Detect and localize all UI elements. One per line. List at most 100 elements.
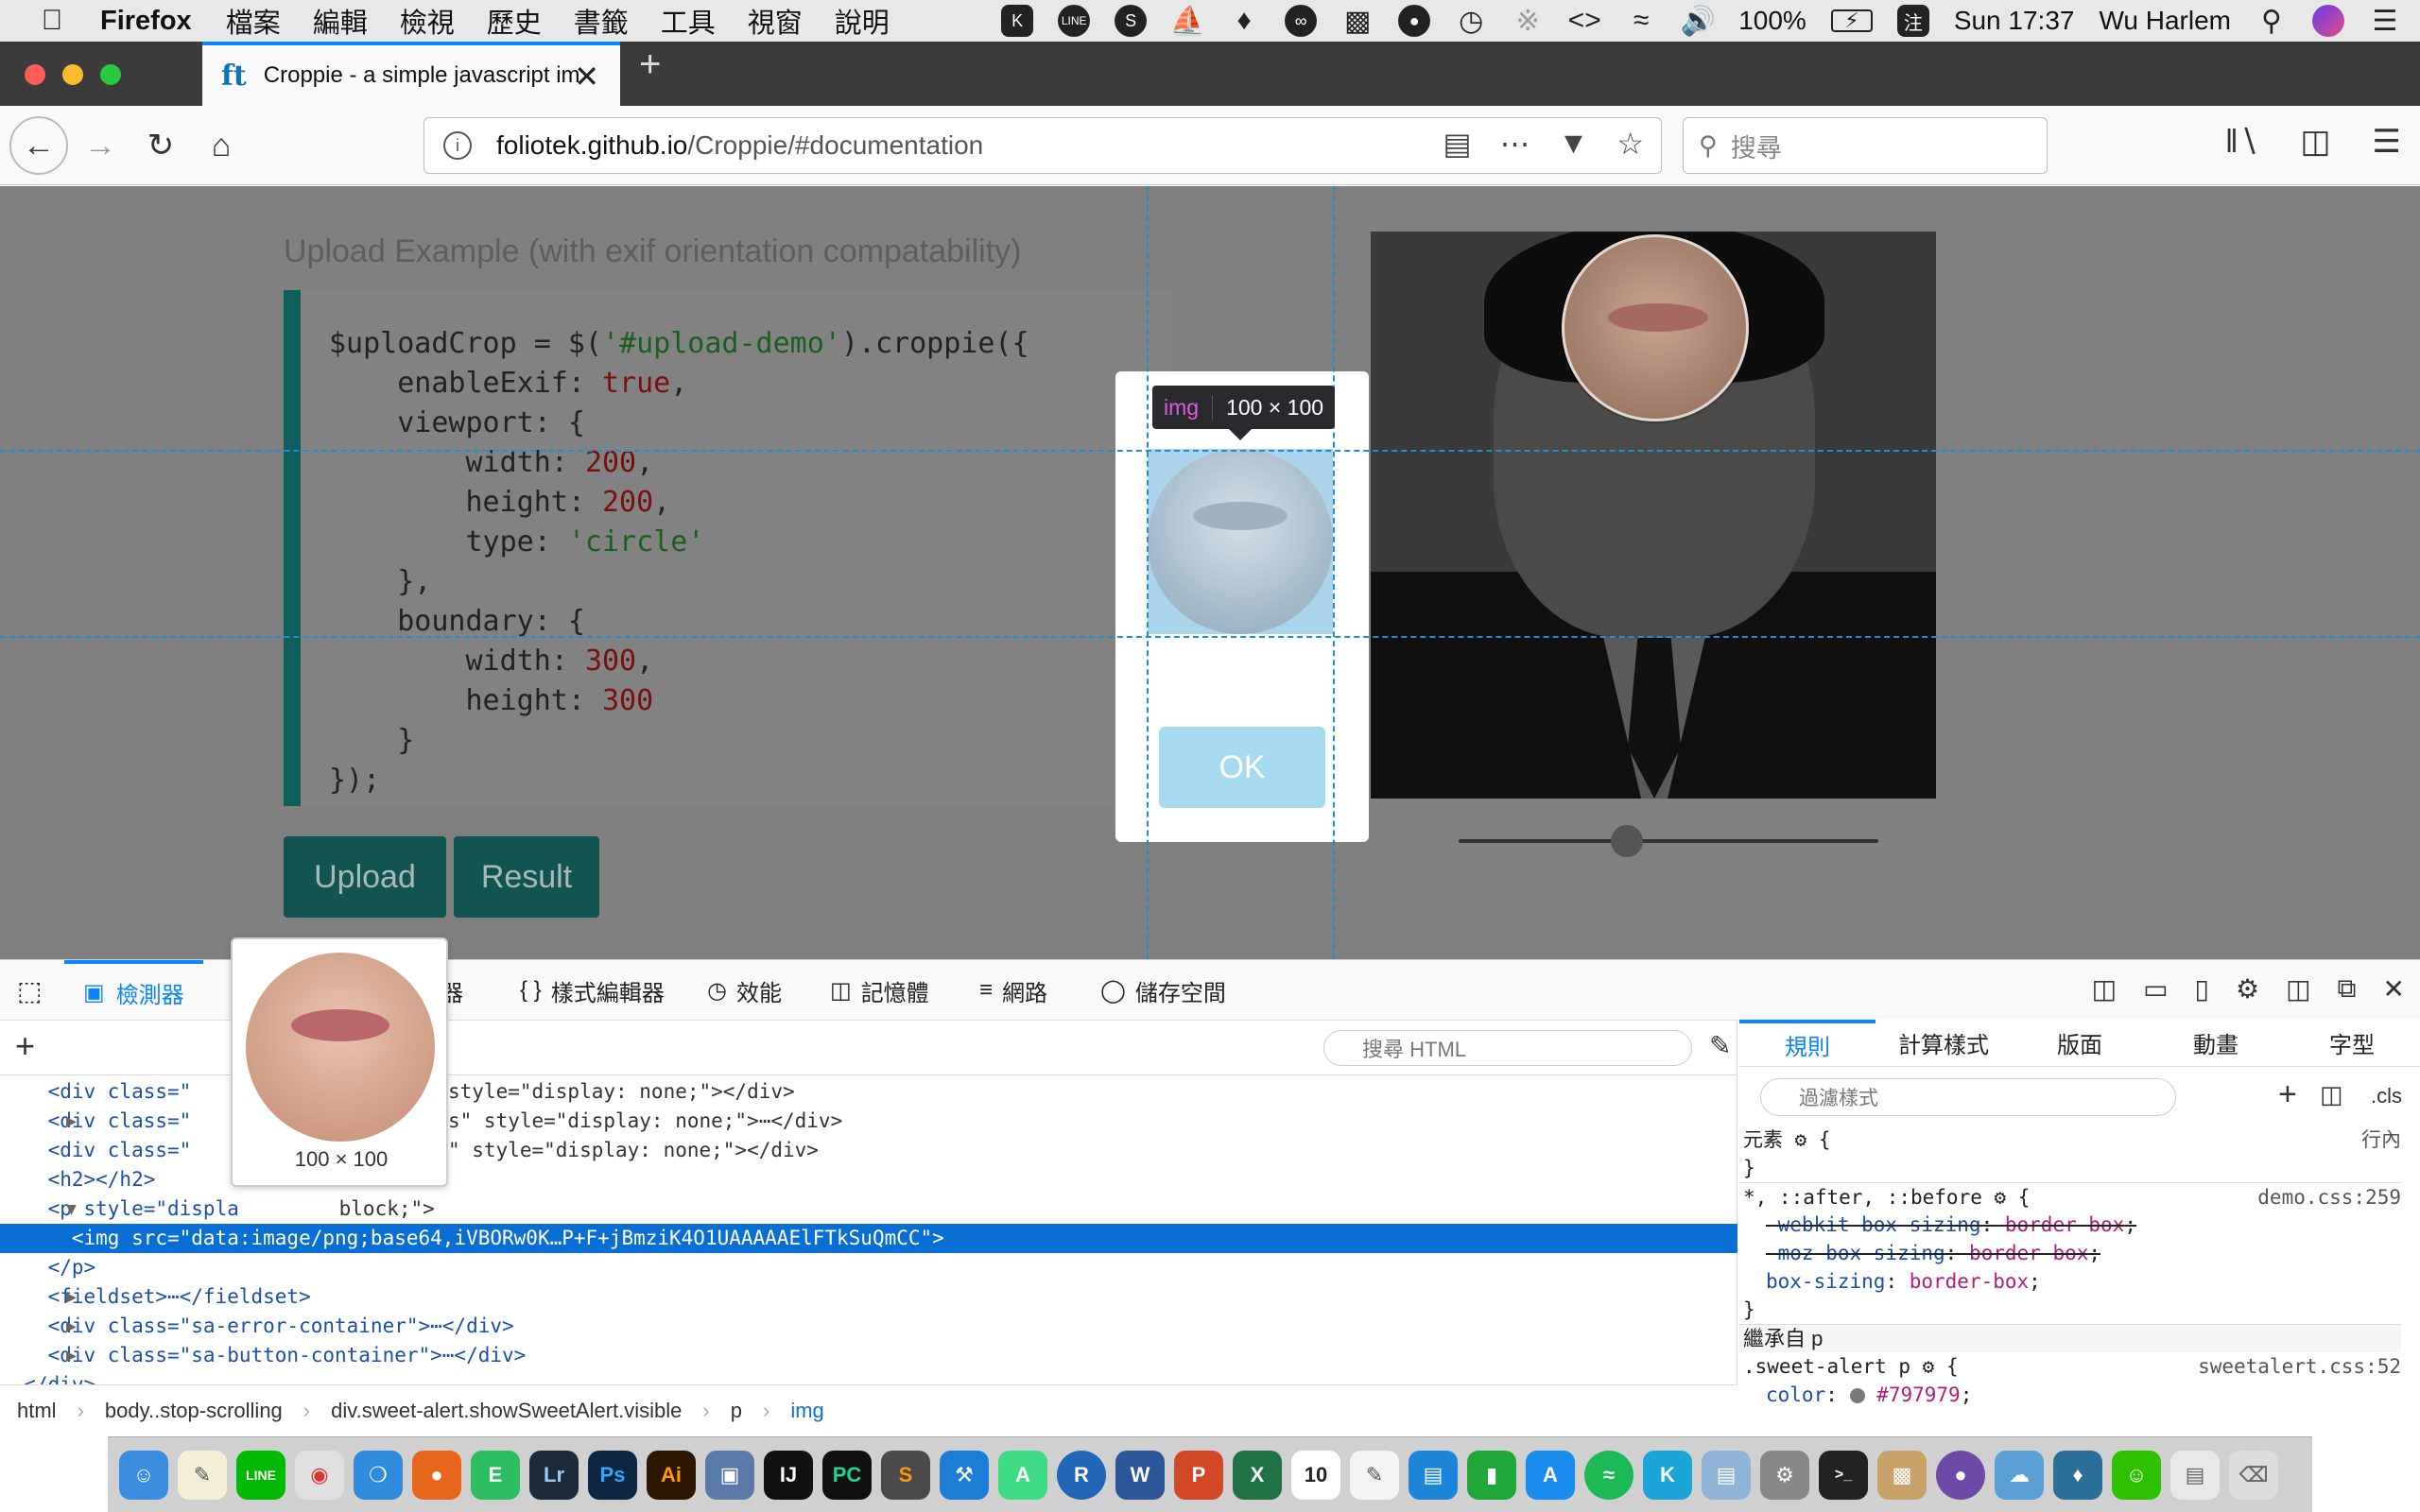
search-field[interactable]: ⚲ 搜尋 (1683, 117, 2048, 174)
tab-memory[interactable]: ◫ 記憶體 (830, 960, 929, 1021)
code-brackets-icon[interactable]: <> (1568, 5, 1601, 37)
evernote-tray-icon[interactable]: S (1115, 5, 1148, 37)
documents-folder-icon[interactable]: ▤ (2170, 1450, 2220, 1500)
bluetooth-icon[interactable]: ※ (1512, 5, 1544, 37)
cls-toggle[interactable]: .cls (2371, 1084, 2402, 1108)
archive-icon[interactable]: ▩ (1877, 1450, 1927, 1500)
breadcrumb-item[interactable]: div.sweet-alert.showSweetAlert.visible (331, 1399, 682, 1423)
split-console-icon[interactable]: ◫ (2092, 973, 2117, 1005)
preview-icon[interactable]: ▤ (1702, 1450, 1751, 1500)
expand-twisty-icon[interactable]: ▶ (66, 1341, 77, 1370)
rule-source[interactable]: demo.css:259 (2257, 1183, 2401, 1211)
zoom-window-button[interactable] (100, 64, 121, 85)
evernote-icon[interactable]: E (471, 1450, 520, 1500)
add-rule-icon[interactable]: + (2278, 1076, 2297, 1113)
r-icon[interactable]: R (1057, 1450, 1106, 1500)
infinity-tray-icon[interactable]: ∞ (1285, 5, 1318, 37)
responsive-design-icon[interactable]: ▯ (2195, 973, 2209, 1005)
tree-node[interactable]: </p> (0, 1253, 1737, 1282)
spotify-icon[interactable]: ≈ (1584, 1450, 1634, 1500)
wifi-icon[interactable]: ≈ (1625, 5, 1657, 37)
volume-icon[interactable]: 🔊 (1681, 5, 1716, 37)
display-tray-icon[interactable]: ▩ (1341, 5, 1374, 37)
wechat-icon[interactable]: ☺ (2112, 1450, 2161, 1500)
virtualbox-icon[interactable]: ▣ (705, 1450, 754, 1500)
tab-computed[interactable]: 計算樣式 (1876, 1020, 2012, 1066)
zoom-slider[interactable] (1459, 839, 1878, 843)
collapse-twisty-icon[interactable]: ▼ (66, 1194, 77, 1224)
tab-layout[interactable]: 版面 (2012, 1020, 2148, 1066)
tab-rules[interactable]: 規則 (1739, 1020, 1876, 1066)
hamburger-menu-icon[interactable]: ☰ (2373, 123, 2401, 161)
breadcrumb-item[interactable]: html (17, 1399, 57, 1423)
element-picker-icon[interactable]: ⬚ (17, 960, 42, 1021)
menu-history[interactable]: 歷史 (487, 1, 542, 41)
rule-declaration[interactable]: box-sizing: border-box; (1739, 1267, 2401, 1296)
browser-tab[interactable]: ft Croppie - a simple javascript im ✕ (202, 42, 620, 106)
safari-icon[interactable]: ❍ (354, 1450, 403, 1500)
close-devtools-icon[interactable]: ✕ (2383, 973, 2405, 1005)
app-name-menu[interactable]: Firefox (100, 6, 192, 37)
add-node-icon[interactable]: + (15, 1026, 35, 1066)
tree-node[interactable]: ▶ <fieldset>⋯</fieldset> (0, 1282, 1737, 1312)
html-search-input[interactable]: 搜尋 HTML (1323, 1030, 1692, 1066)
tab-animations[interactable]: 動畫 (2148, 1020, 2284, 1066)
numbers-icon[interactable]: ▮ (1467, 1450, 1516, 1500)
tab-inspector[interactable]: ▣ 檢測器 (64, 960, 203, 1021)
tab-storage[interactable]: ◯ 儲存空間 (1100, 960, 1226, 1021)
tab-fonts[interactable]: 字型 (2284, 1020, 2420, 1066)
tree-node-selected[interactable]: <img src="data:image/png;base64,iVBORw0K… (0, 1224, 1737, 1253)
new-tab-button[interactable]: + (639, 43, 661, 86)
result-button[interactable]: Result (454, 836, 599, 918)
frame-picker-icon[interactable]: ▭ (2143, 973, 2168, 1005)
line-app-icon[interactable]: LINE (236, 1450, 285, 1500)
zoom-slider-handle[interactable] (1610, 825, 1643, 857)
menu-view[interactable]: 檢視 (400, 1, 455, 41)
clock[interactable]: Sun 17:37 (1954, 6, 2075, 36)
tree-node[interactable]: ▶ <div class="sa-error-container">⋯</div… (0, 1312, 1737, 1341)
close-window-button[interactable] (25, 64, 45, 85)
app-store-icon[interactable]: A (1526, 1450, 1575, 1500)
menu-help[interactable]: 說明 (835, 1, 890, 41)
home-icon[interactable]: ⌂ (195, 119, 248, 172)
postman-icon[interactable]: ☁ (1995, 1450, 2044, 1500)
input-method-icon[interactable]: 注 (1896, 5, 1929, 37)
textedit-icon[interactable]: ✎ (1350, 1450, 1399, 1500)
rule-declaration[interactable]: color: #797979; (1739, 1381, 2401, 1409)
back-arrow-icon[interactable]: ← (9, 116, 68, 175)
separate-window-icon[interactable]: ⧉ (2338, 973, 2357, 1005)
breadcrumb-item[interactable]: body..stop-scrolling (105, 1399, 283, 1423)
filter-styles-input[interactable]: 過濾樣式 (1760, 1078, 2176, 1116)
apple-menu-icon[interactable]:  (38, 5, 66, 36)
reader-view-icon[interactable]: ▤ (1443, 126, 1471, 162)
menu-edit[interactable]: 編輯 (313, 1, 368, 41)
tree-node[interactable]: ▶ <div class="sa-button-container">⋯</di… (0, 1341, 1737, 1370)
battery-icon[interactable]: ⚡ (1830, 9, 1873, 32)
photoshop-icon[interactable]: Ps (588, 1450, 637, 1500)
rule-declaration[interactable]: -moz-box-sizing: border-box; (1739, 1239, 2401, 1267)
tab-network[interactable]: ≡ 網路 (979, 960, 1047, 1021)
system-preferences-icon[interactable]: ⚙ (1760, 1450, 1809, 1500)
user-name[interactable]: Wu Harlem (2099, 6, 2231, 36)
kaka-tray-icon[interactable]: K (1001, 5, 1034, 37)
dock-side-icon[interactable]: ◫ (2286, 973, 2310, 1005)
site-info-icon[interactable]: i (443, 131, 472, 160)
print-media-icon[interactable]: ◫ (2320, 1080, 2343, 1109)
pocket-icon[interactable]: ▼ (1559, 126, 1589, 162)
android-studio-icon[interactable]: A (998, 1450, 1047, 1500)
trash-icon[interactable]: ⌫ (2229, 1450, 2278, 1500)
illustrator-icon[interactable]: Ai (647, 1450, 696, 1500)
library-icon[interactable]: ‖∖ (2225, 123, 2259, 161)
docker-tray-icon[interactable]: ⛵ (1170, 5, 1205, 37)
notes-icon[interactable]: ✎ (178, 1450, 227, 1500)
firefox-icon[interactable]: ● (412, 1450, 461, 1500)
word-icon[interactable]: W (1115, 1450, 1165, 1500)
excel-icon[interactable]: X (1233, 1450, 1282, 1500)
upload-button[interactable]: Upload (284, 836, 446, 918)
spotlight-search-icon[interactable]: ⚲ (2256, 5, 2288, 37)
color-swatch-icon[interactable] (1849, 1388, 1865, 1403)
elephant-tray-icon[interactable]: ♦ (1228, 5, 1260, 37)
breadcrumb-item-current[interactable]: img (790, 1399, 823, 1423)
url-bar[interactable]: i foliotek.github.io/Croppie/#documentat… (424, 117, 1662, 174)
github-icon[interactable]: ● (1936, 1450, 1985, 1500)
